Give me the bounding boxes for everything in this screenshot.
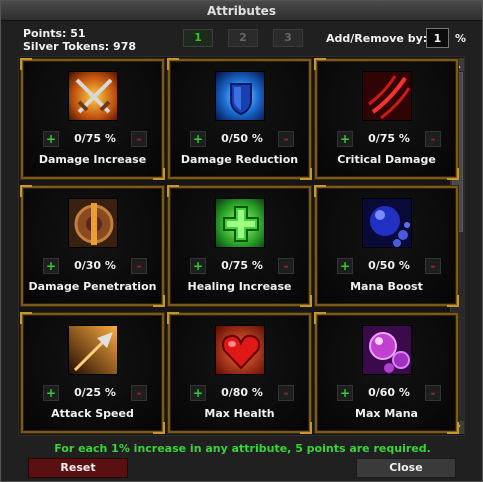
attribute-card-attack-speed: + 0/25 % - Attack Speed — [20, 312, 165, 434]
speed-arrow-icon — [68, 325, 118, 375]
points-requirement-note: For each 1% increase in any attribute, 5… — [54, 442, 431, 455]
green-cross-icon — [215, 198, 265, 248]
decrease-button[interactable]: - — [131, 385, 147, 401]
add-remove-input[interactable] — [426, 28, 449, 48]
attribute-value: 0/50 % — [221, 132, 263, 145]
decrease-button[interactable]: - — [278, 258, 294, 274]
attribute-value: 0/30 % — [74, 259, 116, 272]
attribute-name: Max Health — [204, 407, 275, 420]
window-title: Attributes — [1, 1, 482, 21]
attribute-name: Max Mana — [355, 407, 418, 420]
attribute-name: Healing Increase — [187, 280, 292, 293]
attribute-card-damage-reduction: + 0/50 % - Damage Reduction — [167, 58, 312, 180]
claw-slash-icon — [362, 71, 412, 121]
page-tab-1[interactable]: 1 — [183, 29, 213, 47]
attribute-card-max-mana: + 0/60 % - Max Mana — [314, 312, 459, 434]
decrease-button[interactable]: - — [425, 131, 441, 147]
silver-tokens-text: Silver Tokens: 978 — [23, 40, 136, 53]
attribute-name: Damage Penetration — [28, 280, 157, 293]
attribute-card-healing-increase: + 0/75 % - Healing Increase — [167, 185, 312, 307]
attribute-name: Critical Damage — [337, 153, 436, 166]
attribute-name: Attack Speed — [51, 407, 134, 420]
increase-button[interactable]: + — [337, 258, 353, 274]
decrease-button[interactable]: - — [131, 131, 147, 147]
shield-icon — [215, 71, 265, 121]
increase-button[interactable]: + — [190, 385, 206, 401]
attribute-card-critical-damage: + 0/75 % - Critical Damage — [314, 58, 459, 180]
attribute-card-damage-increase: + 0/75 % - Damage Increase — [20, 58, 165, 180]
increase-button[interactable]: + — [43, 131, 59, 147]
increase-button[interactable]: + — [43, 258, 59, 274]
reset-button[interactable]: Reset — [28, 458, 128, 478]
increase-button[interactable]: + — [190, 131, 206, 147]
attribute-card-damage-penetration: + 0/30 % - Damage Penetration — [20, 185, 165, 307]
attribute-value: 0/80 % — [221, 386, 263, 399]
mana-bubbles-icon — [362, 325, 412, 375]
decrease-button[interactable]: - — [278, 385, 294, 401]
page-tab-3[interactable]: 3 — [273, 29, 303, 47]
decrease-button[interactable]: - — [425, 258, 441, 274]
attribute-value: 0/60 % — [368, 386, 410, 399]
increase-button[interactable]: + — [190, 258, 206, 274]
stats-panel: Points: 51 Silver Tokens: 978 — [23, 27, 136, 53]
attribute-value: 0/50 % — [368, 259, 410, 272]
increase-button[interactable]: + — [337, 131, 353, 147]
add-remove-label: Add/Remove by: — [326, 32, 428, 45]
pierced-shield-icon — [68, 198, 118, 248]
page-tabs: 1 2 3 — [183, 29, 303, 47]
increase-button[interactable]: + — [43, 385, 59, 401]
attribute-name: Mana Boost — [350, 280, 423, 293]
mana-orb-icon — [362, 198, 412, 248]
increase-button[interactable]: + — [337, 385, 353, 401]
attribute-value: 0/75 % — [221, 259, 263, 272]
attribute-value: 0/75 % — [74, 132, 116, 145]
attribute-card-mana-boost: + 0/50 % - Mana Boost — [314, 185, 459, 307]
attribute-value: 0/75 % — [368, 132, 410, 145]
heart-icon — [215, 325, 265, 375]
close-button[interactable]: Close — [356, 458, 456, 478]
attribute-card-max-health: + 0/80 % - Max Health — [167, 312, 312, 434]
points-text: Points: 51 — [23, 27, 86, 40]
attribute-name: Damage Increase — [38, 153, 147, 166]
attributes-window: Attributes Points: 51 Silver Tokens: 978… — [0, 0, 483, 482]
crossed-swords-icon — [68, 71, 118, 121]
decrease-button[interactable]: - — [425, 385, 441, 401]
attribute-name: Damage Reduction — [180, 153, 299, 166]
decrease-button[interactable]: - — [278, 131, 294, 147]
decrease-button[interactable]: - — [131, 258, 147, 274]
attribute-value: 0/25 % — [74, 386, 116, 399]
page-tab-2[interactable]: 2 — [228, 29, 258, 47]
percent-sign: % — [455, 32, 467, 45]
